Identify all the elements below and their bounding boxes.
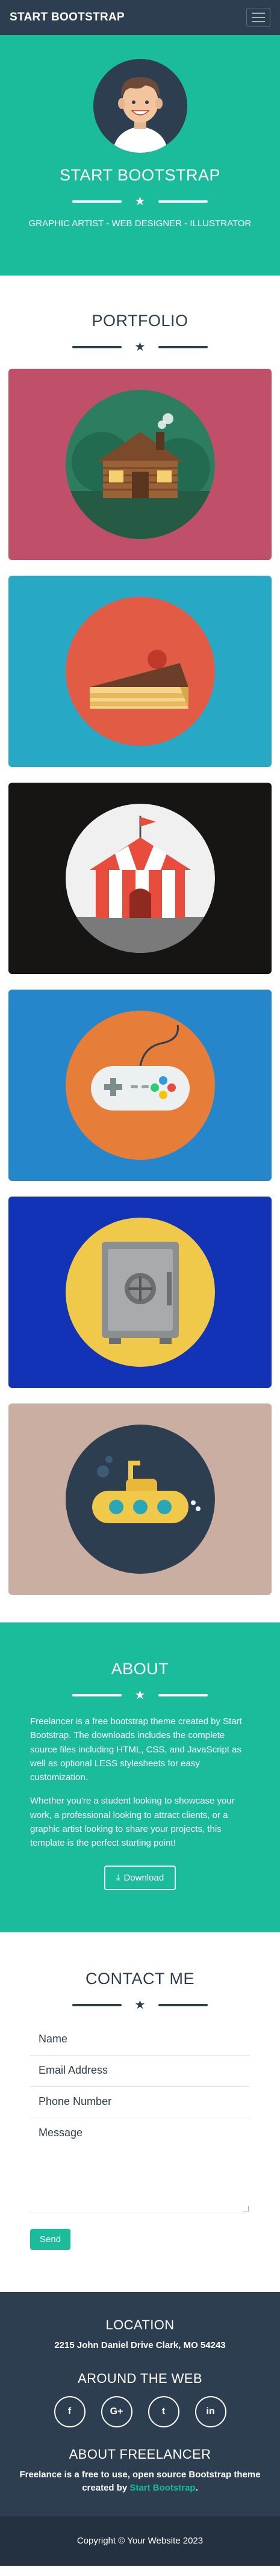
portfolio-item-safe[interactable] (8, 1197, 272, 1388)
phone-field[interactable]: Phone Number (30, 2087, 250, 2119)
portfolio-item-circus[interactable] (8, 783, 272, 974)
social-links: f G+ t in (12, 2396, 268, 2428)
star-icon: ★ (134, 195, 146, 208)
game-controller-icon (65, 1011, 215, 1160)
hamburger-menu-icon (252, 13, 265, 14)
about-paragraph-1: Freelancer is a free bootstrap theme cre… (30, 1716, 242, 1783)
send-button[interactable]: Send (30, 2229, 71, 2251)
about-divider: ★ (30, 1689, 250, 1701)
facebook-icon[interactable]: f (54, 2396, 86, 2428)
linkedin-icon[interactable]: in (194, 2396, 226, 2428)
star-icon: ★ (134, 340, 146, 354)
about-freelancer-text: Freelance is a free to use, open source … (19, 2470, 261, 2493)
download-button[interactable]: ⤓ Download (104, 1866, 176, 1891)
email-field[interactable]: Email Address (30, 2056, 250, 2088)
star-icon: ★ (134, 1689, 146, 1702)
portfolio-divider: ★ (8, 341, 272, 353)
cake-icon (65, 597, 215, 746)
portfolio-item-submarine[interactable] (8, 1404, 272, 1595)
around-web-title: AROUND THE WEB (78, 2371, 202, 2386)
google-plus-icon[interactable]: G+ (101, 2396, 132, 2428)
about-paragraph-2: Whether you're a student looking to show… (30, 1796, 235, 1848)
name-field[interactable]: Name (30, 2024, 250, 2056)
copyright-text: Copyright © Your Website 2023 (76, 2536, 204, 2547)
safe-icon (65, 1218, 215, 1367)
portfolio-grid (8, 369, 272, 1595)
star-icon: ★ (134, 1998, 146, 2012)
portfolio-item-cabin[interactable] (8, 369, 272, 560)
location-title: LOCATION (105, 2317, 175, 2333)
footer: LOCATION 2215 John Daniel Drive Clark, M… (0, 2292, 280, 2516)
contact-section: CONTACT ME ★ Name Email Address Phone Nu… (0, 1932, 280, 2292)
twitter-icon[interactable]: t (148, 2396, 179, 2428)
about-title: ABOUT (111, 1660, 169, 1678)
contact-divider: ★ (30, 1999, 250, 2011)
download-icon: ⤓ (116, 1873, 120, 1884)
download-label: Download (123, 1873, 164, 1884)
cabin-icon (65, 390, 215, 539)
contact-title: CONTACT ME (85, 1970, 194, 1988)
about-freelancer-title: ABOUT FREELANCER (69, 2447, 211, 2462)
brand-link[interactable]: START BOOTSTRAP (10, 11, 125, 24)
masthead: START BOOTSTRAP ★ GRAPHIC ARTIST - WEB D… (0, 35, 280, 276)
header-title: START BOOTSTRAP (59, 166, 221, 184)
message-field[interactable]: Message (30, 2118, 250, 2214)
portfolio-section: PORTFOLIO ★ (0, 276, 280, 1622)
header-tagline: GRAPHIC ARTIST - WEB DESIGNER - ILLUSTRA… (28, 218, 252, 229)
navbar: START BOOTSTRAP (0, 0, 280, 35)
menu-toggle-button[interactable] (246, 8, 270, 27)
start-bootstrap-link[interactable]: Start Bootstrap (129, 2483, 195, 2493)
avatar-illustration-icon (93, 59, 187, 153)
contact-form: Name Email Address Phone Number Message … (30, 2024, 250, 2251)
portfolio-item-controller[interactable] (8, 990, 272, 1181)
header-divider: ★ (72, 196, 208, 208)
copyright-bar: Copyright © Your Website 2023 (0, 2516, 280, 2566)
portfolio-item-cake[interactable] (8, 576, 272, 767)
circus-tent-icon (65, 804, 215, 953)
portfolio-title: PORTFOLIO (92, 312, 188, 330)
address-text: 2215 John Daniel Drive Clark, MO 54243 (54, 2340, 226, 2351)
submarine-icon (65, 1425, 215, 1574)
about-section: ABOUT ★ Freelancer is a free bootstrap t… (0, 1622, 280, 1933)
